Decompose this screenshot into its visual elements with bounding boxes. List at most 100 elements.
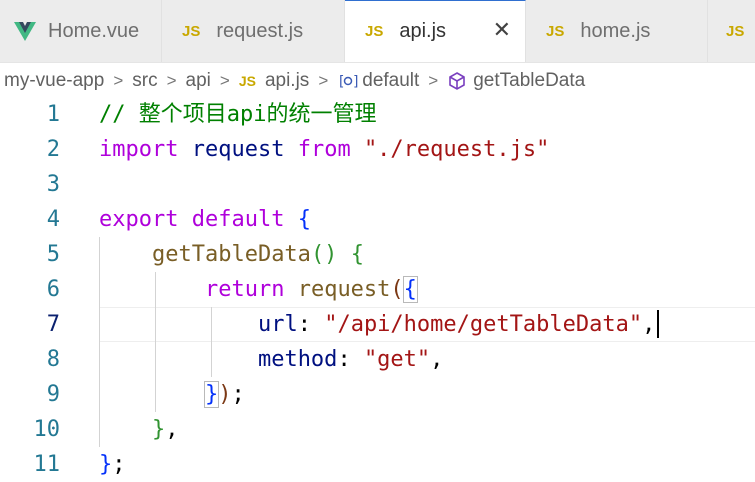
code-token: } — [151, 417, 166, 442]
tab-api-js[interactable]: JS api.js ✕ — [345, 0, 526, 62]
tab-request-js[interactable]: JS request.js — [162, 0, 345, 62]
code-line[interactable]: 8 method: "get", — [0, 342, 755, 377]
js-icon: JS — [238, 73, 256, 89]
code-line[interactable]: 2 import request from "./request.js" — [0, 132, 755, 167]
chevron-right-icon: > — [318, 71, 329, 90]
indent-guide — [211, 307, 212, 377]
code-token: () — [310, 242, 338, 267]
code-token: // 整个项目api的统一管理 — [99, 102, 377, 127]
breadcrumb-item-api[interactable]: api — [186, 70, 211, 92]
code-token: default — [191, 207, 285, 232]
code-line[interactable]: 3 — [0, 167, 755, 202]
code-token: from — [297, 137, 351, 162]
js-icon: JS — [365, 23, 384, 40]
line-number: 9 — [46, 382, 60, 407]
code-token: , — [642, 312, 656, 337]
code-token: : — [297, 312, 325, 337]
line-number: 4 — [46, 207, 60, 232]
indent-guide — [99, 237, 100, 447]
code-token: { — [350, 242, 364, 267]
code-token: ; — [112, 452, 126, 477]
tab-overflow[interactable]: JS — [708, 0, 755, 62]
line-number: 5 — [46, 242, 60, 267]
line-number: 11 — [33, 452, 61, 477]
svg-text:]: ] — [352, 74, 359, 90]
code-line[interactable]: 1 // 整个项目api的统一管理 — [0, 97, 755, 132]
line-number: 8 — [46, 347, 60, 372]
code-text: url: "/api/home/getTableData", — [99, 307, 655, 342]
code-token: , — [430, 347, 444, 372]
tab-label: request.js — [216, 19, 304, 42]
code-token: export — [99, 207, 179, 232]
code-token: request — [297, 277, 391, 302]
js-icon: JS — [182, 22, 201, 40]
code-token: "get" — [363, 347, 431, 372]
indent-guide — [155, 272, 156, 412]
close-icon[interactable]: ✕ — [493, 19, 511, 41]
code-text: }; — [99, 447, 126, 482]
tab-label: api.js — [399, 20, 447, 42]
code-line[interactable]: 9 }); — [0, 377, 755, 412]
code-text: // 整个项目api的统一管理 — [99, 97, 376, 132]
code-token: } — [99, 452, 113, 477]
line-number: 10 — [33, 417, 61, 442]
code-token: { — [297, 207, 311, 232]
code-line[interactable]: 7 url: "/api/home/getTableData", — [0, 307, 755, 342]
code-line[interactable]: 10 }, — [0, 412, 755, 447]
code-token: , — [165, 417, 179, 442]
breadcrumb-item-function[interactable]: getTableData — [473, 70, 585, 92]
tab-label: Home.vue — [48, 19, 140, 42]
code-token: method — [257, 347, 338, 372]
breadcrumb-item-project[interactable]: my-vue-app — [4, 70, 104, 92]
code-token: ; — [231, 382, 245, 407]
tab-bar: Home.vue JS request.js JS api.js ✕ JS ho… — [0, 0, 755, 63]
text-cursor — [657, 310, 660, 338]
chevron-right-icon: > — [428, 71, 439, 90]
code-text: method: "get", — [99, 342, 443, 377]
js-icon: JS — [546, 22, 565, 40]
chevron-right-icon: > — [219, 71, 230, 90]
breadcrumb: my-vue-app > src > api > JS api.js > [ ]… — [0, 64, 755, 98]
code-line[interactable]: 4 export default { — [0, 202, 755, 237]
code-text: getTableData() { — [99, 237, 364, 272]
tab-label: home.js — [580, 19, 651, 42]
code-text: }, — [99, 412, 179, 447]
code-text: export default { — [99, 202, 311, 237]
code-line[interactable]: 6 return request({ — [0, 272, 755, 307]
code-editor[interactable]: 1 // 整个项目api的统一管理 2 import request from "./… — [0, 97, 755, 481]
code-line[interactable]: 11}; — [0, 447, 755, 482]
line-number: 3 — [46, 172, 60, 197]
breadcrumb-item-file[interactable]: api.js — [265, 70, 309, 92]
breadcrumb-item-src[interactable]: src — [132, 70, 157, 92]
code-line[interactable]: 5 getTableData() { — [0, 237, 755, 272]
code-token: import — [99, 137, 179, 162]
breadcrumb-item-default[interactable]: default — [362, 70, 419, 92]
line-number: 6 — [46, 277, 60, 302]
code-token: } — [203, 381, 220, 408]
tab-home-vue[interactable]: Home.vue — [0, 0, 162, 62]
code-token: url — [257, 312, 298, 337]
symbol-method-icon — [449, 72, 466, 90]
code-token: request — [191, 137, 285, 162]
symbol-variable-icon: [ ] — [337, 74, 359, 90]
code-token: getTableData — [151, 242, 311, 267]
code-token: "./request.js" — [363, 137, 550, 162]
code-text: import request from "./request.js" — [99, 132, 549, 167]
code-text: }); — [99, 377, 245, 412]
vue-icon — [14, 22, 36, 41]
code-token: "/api/home/getTableData" — [324, 312, 643, 337]
code-token: return — [204, 277, 285, 302]
line-number: 7 — [46, 312, 60, 337]
tab-home-js[interactable]: JS home.js — [526, 0, 708, 62]
code-token: ( — [390, 277, 404, 302]
